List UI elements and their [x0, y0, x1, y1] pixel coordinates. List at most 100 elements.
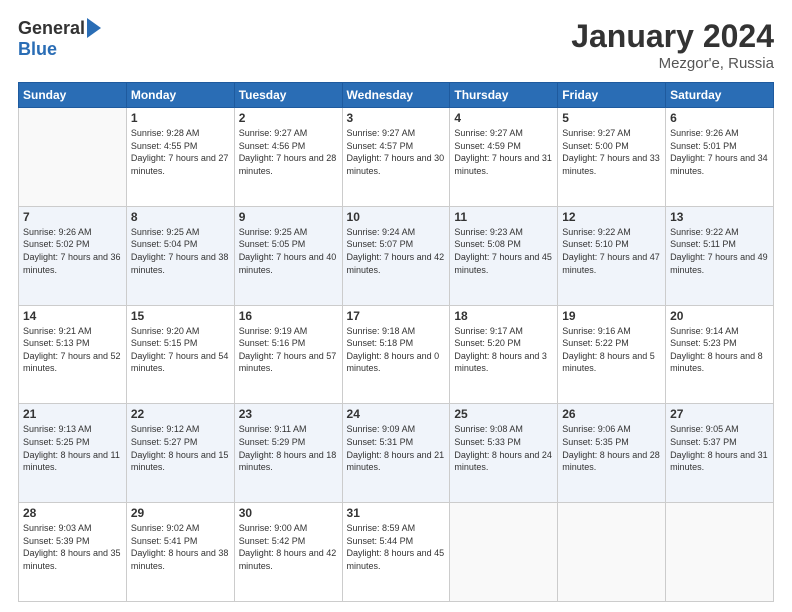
day-info: Sunrise: 8:59 AMSunset: 5:44 PMDaylight:… [347, 522, 446, 572]
calendar-cell: 12 Sunrise: 9:22 AMSunset: 5:10 PMDayligh… [558, 206, 666, 305]
calendar-cell: 1Sunrise: 9:28 AMSunset: 4:55 PMDaylight… [126, 108, 234, 207]
calendar-cell: 30 Sunrise: 9:00 AMSunset: 5:42 PMDayligh… [234, 503, 342, 602]
calendar-cell: 15Sunrise: 9:20 AMSunset: 5:15 PMDayligh… [126, 305, 234, 404]
day-number: 5 [562, 111, 661, 125]
header: General Blue January 2024 Mezgor'e, Russ… [18, 18, 774, 72]
day-number: 7 [23, 210, 122, 224]
day-info: Sunrise: 9:11 AMSunset: 5:29 PMDaylight:… [239, 423, 338, 473]
calendar-cell: 4 Sunrise: 9:27 AMSunset: 4:59 PMDaylight… [450, 108, 558, 207]
calendar-cell: 9 Sunrise: 9:25 AMSunset: 5:05 PMDaylight… [234, 206, 342, 305]
day-info: Sunrise: 9:02 AMSunset: 5:41 PMDaylight:… [131, 522, 230, 572]
calendar-cell: 2 Sunrise: 9:27 AMSunset: 4:56 PMDaylight… [234, 108, 342, 207]
location: Mezgor'e, Russia [571, 55, 774, 72]
calendar-cell: 28 Sunrise: 9:03 AMSunset: 5:39 PMDayligh… [19, 503, 127, 602]
calendar-cell: 31 Sunrise: 8:59 AMSunset: 5:44 PMDayligh… [342, 503, 450, 602]
day-info: Sunrise: 9:09 AMSunset: 5:31 PMDaylight:… [347, 423, 446, 473]
day-number: 22 [131, 407, 230, 421]
logo-blue: Blue [18, 39, 57, 60]
day-number: 13 [670, 210, 769, 224]
calendar-cell: 22Sunrise: 9:12 AMSunset: 5:27 PMDayligh… [126, 404, 234, 503]
day-info: Sunrise: 9:21 AMSunset: 5:13 PMDaylight:… [23, 325, 122, 375]
calendar-cell: 21Sunrise: 9:13 AMSunset: 5:25 PMDayligh… [19, 404, 127, 503]
calendar-cell: 13 Sunrise: 9:22 AMSunset: 5:11 PMDayligh… [666, 206, 774, 305]
day-number: 3 [347, 111, 446, 125]
day-info: Sunrise: 9:06 AMSunset: 5:35 PMDaylight:… [562, 423, 661, 473]
day-number: 6 [670, 111, 769, 125]
day-number: 26 [562, 407, 661, 421]
day-info: Sunrise: 9:27 AMSunset: 4:59 PMDaylight:… [454, 127, 553, 177]
day-info: Sunrise: 9:25 AMSunset: 5:05 PMDaylight:… [239, 226, 338, 276]
weekday-header: Friday [558, 83, 666, 108]
day-number: 28 [23, 506, 122, 520]
calendar: SundayMondayTuesdayWednesdayThursdayFrid… [18, 82, 774, 602]
calendar-week-row: 1Sunrise: 9:28 AMSunset: 4:55 PMDaylight… [19, 108, 774, 207]
calendar-cell: 29Sunrise: 9:02 AMSunset: 5:41 PMDayligh… [126, 503, 234, 602]
day-number: 14 [23, 309, 122, 323]
calendar-week-row: 7 Sunrise: 9:26 AMSunset: 5:02 PMDaylight… [19, 206, 774, 305]
calendar-week-row: 28 Sunrise: 9:03 AMSunset: 5:39 PMDayligh… [19, 503, 774, 602]
day-info: Sunrise: 9:26 AMSunset: 5:02 PMDaylight:… [23, 226, 122, 276]
day-number: 8 [131, 210, 230, 224]
day-number: 9 [239, 210, 338, 224]
calendar-cell: 27Sunrise: 9:05 AMSunset: 5:37 PMDayligh… [666, 404, 774, 503]
logo: General Blue [18, 18, 101, 60]
weekday-header: Tuesday [234, 83, 342, 108]
calendar-cell: 19 Sunrise: 9:16 AMSunset: 5:22 PMDayligh… [558, 305, 666, 404]
title-section: January 2024 Mezgor'e, Russia [571, 18, 774, 72]
calendar-cell: 8 Sunrise: 9:25 AMSunset: 5:04 PMDaylight… [126, 206, 234, 305]
page: General Blue January 2024 Mezgor'e, Russ… [0, 0, 792, 612]
calendar-cell: 23Sunrise: 9:11 AMSunset: 5:29 PMDayligh… [234, 404, 342, 503]
day-number: 30 [239, 506, 338, 520]
day-info: Sunrise: 9:22 AMSunset: 5:10 PMDaylight:… [562, 226, 661, 276]
calendar-cell [558, 503, 666, 602]
calendar-cell: 11 Sunrise: 9:23 AMSunset: 5:08 PMDayligh… [450, 206, 558, 305]
logo-general: General [18, 18, 85, 39]
calendar-week-row: 21Sunrise: 9:13 AMSunset: 5:25 PMDayligh… [19, 404, 774, 503]
calendar-cell: 18 Sunrise: 9:17 AMSunset: 5:20 PMDayligh… [450, 305, 558, 404]
weekday-header: Monday [126, 83, 234, 108]
day-info: Sunrise: 9:03 AMSunset: 5:39 PMDaylight:… [23, 522, 122, 572]
day-number: 19 [562, 309, 661, 323]
day-number: 31 [347, 506, 446, 520]
calendar-cell [19, 108, 127, 207]
calendar-cell: 17 Sunrise: 9:18 AMSunset: 5:18 PMDayligh… [342, 305, 450, 404]
calendar-cell: 7 Sunrise: 9:26 AMSunset: 5:02 PMDaylight… [19, 206, 127, 305]
day-number: 27 [670, 407, 769, 421]
calendar-cell: 25Sunrise: 9:08 AMSunset: 5:33 PMDayligh… [450, 404, 558, 503]
calendar-cell: 3Sunrise: 9:27 AMSunset: 4:57 PMDaylight… [342, 108, 450, 207]
day-number: 21 [23, 407, 122, 421]
calendar-cell: 24 Sunrise: 9:09 AMSunset: 5:31 PMDayligh… [342, 404, 450, 503]
day-info: Sunrise: 9:25 AMSunset: 5:04 PMDaylight:… [131, 226, 230, 276]
day-number: 16 [239, 309, 338, 323]
day-number: 2 [239, 111, 338, 125]
day-info: Sunrise: 9:22 AMSunset: 5:11 PMDaylight:… [670, 226, 769, 276]
weekday-header: Thursday [450, 83, 558, 108]
day-number: 12 [562, 210, 661, 224]
day-info: Sunrise: 9:27 AMSunset: 4:56 PMDaylight:… [239, 127, 338, 177]
day-number: 10 [347, 210, 446, 224]
calendar-cell [450, 503, 558, 602]
day-number: 4 [454, 111, 553, 125]
day-number: 20 [670, 309, 769, 323]
day-number: 11 [454, 210, 553, 224]
day-number: 15 [131, 309, 230, 323]
day-number: 25 [454, 407, 553, 421]
day-info: Sunrise: 9:16 AMSunset: 5:22 PMDaylight:… [562, 325, 661, 375]
day-number: 17 [347, 309, 446, 323]
day-info: Sunrise: 9:00 AMSunset: 5:42 PMDaylight:… [239, 522, 338, 572]
weekday-header: Saturday [666, 83, 774, 108]
calendar-cell: 10 Sunrise: 9:24 AMSunset: 5:07 PMDayligh… [342, 206, 450, 305]
calendar-cell [666, 503, 774, 602]
weekday-header: Wednesday [342, 83, 450, 108]
day-info: Sunrise: 9:24 AMSunset: 5:07 PMDaylight:… [347, 226, 446, 276]
weekday-header-row: SundayMondayTuesdayWednesdayThursdayFrid… [19, 83, 774, 108]
calendar-cell: 20Sunrise: 9:14 AMSunset: 5:23 PMDayligh… [666, 305, 774, 404]
day-number: 24 [347, 407, 446, 421]
calendar-cell: 16Sunrise: 9:19 AMSunset: 5:16 PMDayligh… [234, 305, 342, 404]
day-number: 18 [454, 309, 553, 323]
calendar-week-row: 14 Sunrise: 9:21 AMSunset: 5:13 PMDayligh… [19, 305, 774, 404]
day-info: Sunrise: 9:17 AMSunset: 5:20 PMDaylight:… [454, 325, 553, 375]
day-info: Sunrise: 9:18 AMSunset: 5:18 PMDaylight:… [347, 325, 446, 375]
day-info: Sunrise: 9:23 AMSunset: 5:08 PMDaylight:… [454, 226, 553, 276]
day-number: 1 [131, 111, 230, 125]
